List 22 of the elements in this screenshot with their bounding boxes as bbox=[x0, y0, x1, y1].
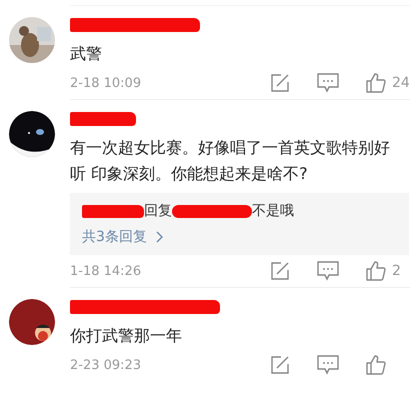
share-icon[interactable] bbox=[270, 355, 290, 375]
thumbs-up-icon bbox=[366, 73, 386, 93]
thumbs-up-icon bbox=[366, 261, 386, 281]
view-replies-link[interactable]: 共3条回复 bbox=[82, 228, 163, 246]
comment-icon[interactable] bbox=[317, 355, 339, 375]
timestamp: 2-18 10:09 bbox=[70, 76, 142, 90]
comment-text: 你打武警那一年 bbox=[70, 325, 183, 347]
timestamp: 1-18 14:26 bbox=[70, 264, 142, 278]
thumbs-up-icon bbox=[366, 355, 386, 375]
reply-verb: 回复 bbox=[144, 202, 172, 220]
comment-text: 武警 bbox=[70, 43, 103, 65]
share-icon[interactable] bbox=[270, 73, 290, 93]
comment-text: 有一次超女比赛。好像唱了一首英文歌特别好听 印象深刻。你能想起来是啥不? bbox=[70, 137, 391, 185]
comment-icon[interactable] bbox=[317, 73, 339, 93]
like-button[interactable]: 24 bbox=[366, 73, 410, 93]
like-button[interactable]: 2 bbox=[366, 261, 410, 281]
chevron-right-icon bbox=[154, 231, 163, 243]
redaction-mark bbox=[82, 204, 144, 218]
comment-icon[interactable] bbox=[317, 261, 339, 281]
reply-text: 不是哦 bbox=[252, 202, 294, 220]
share-icon[interactable] bbox=[270, 261, 290, 281]
timestamp: 2-23 09:23 bbox=[70, 358, 142, 372]
